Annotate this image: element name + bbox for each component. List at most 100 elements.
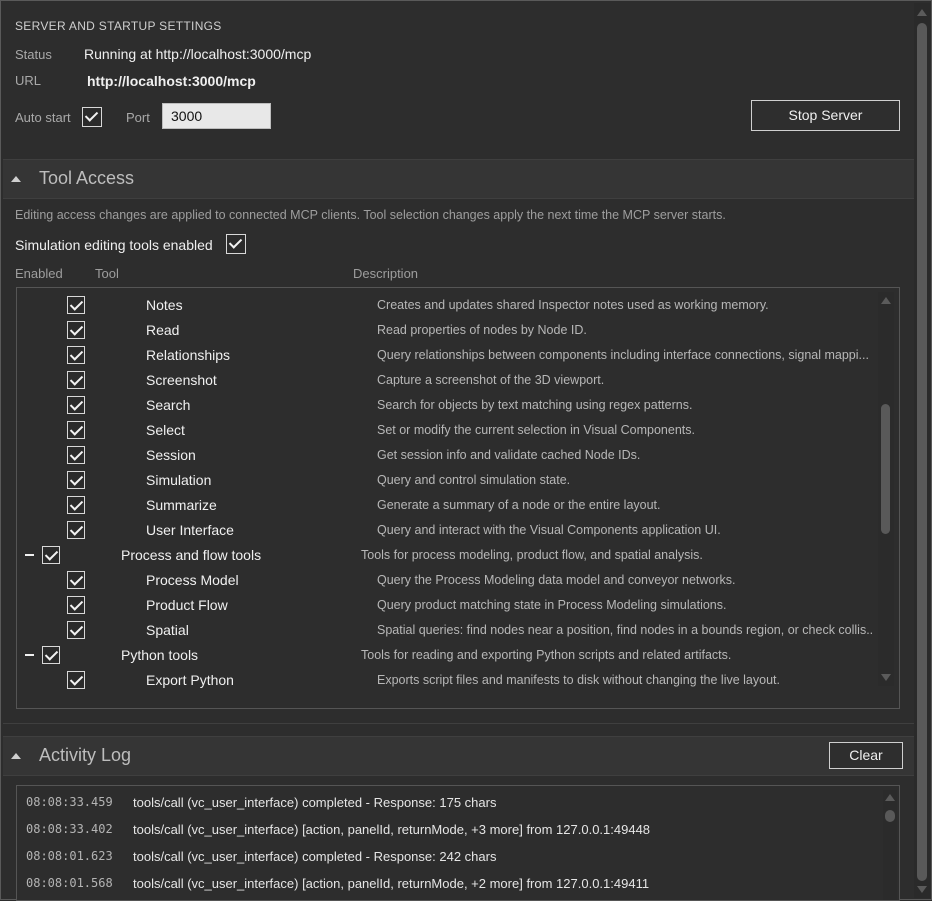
tool-access-info: Editing access changes are applied to co… (15, 208, 726, 222)
tool-row[interactable]: Export Python Exports script files and ma… (17, 668, 877, 693)
tool-name: Spatial (146, 622, 189, 638)
tool-enabled-checkbox[interactable] (67, 446, 85, 464)
window-scroll-thumb[interactable] (917, 23, 927, 881)
tool-enabled-checkbox[interactable] (67, 596, 85, 614)
simulation-editing-label: Simulation editing tools enabled (15, 237, 213, 253)
port-input[interactable] (162, 103, 271, 129)
tool-row[interactable]: Simulation Query and control simulation s… (17, 468, 877, 493)
mcp-server-panel: SERVER AND STARTUP SETTINGS Status Runni… (0, 0, 932, 901)
tool-enabled-checkbox[interactable] (67, 621, 85, 639)
tool-description: Tools for process modeling, product flow… (361, 548, 703, 562)
tool-description: Query the Process Modeling data model an… (377, 573, 736, 587)
tool-name: Select (146, 422, 185, 438)
tool-group-row[interactable]: Python tools Tools for reading and export… (17, 643, 877, 668)
clear-log-button[interactable]: Clear (829, 742, 903, 769)
tool-description: Query product matching state in Process … (377, 598, 727, 612)
tool-name: Notes (146, 297, 183, 313)
log-message: tools/call (vc_user_interface) completed… (133, 849, 497, 864)
log-timestamp: 08:08:01.568 (26, 876, 113, 890)
tool-description: Creates and updates shared Inspector not… (377, 298, 769, 312)
tool-name: Process and flow tools (121, 547, 262, 563)
tool-description: Generate a summary of a node or the enti… (377, 498, 661, 512)
tool-name: Relationships (146, 347, 231, 363)
tool-list[interactable]: Notes Creates and updates shared Inspecto… (16, 287, 900, 709)
tool-name: Read (146, 322, 180, 338)
tool-enabled-checkbox[interactable] (42, 546, 60, 564)
window-scroll-down-arrow-icon[interactable] (917, 886, 927, 893)
collapse-triangle-icon[interactable] (11, 176, 21, 182)
tool-access-header[interactable]: Tool Access (3, 159, 914, 199)
tool-row[interactable]: Process Model Query the Process Modeling … (17, 568, 877, 593)
stop-server-button[interactable]: Stop Server (751, 100, 900, 131)
tool-enabled-checkbox[interactable] (67, 346, 85, 364)
tool-enabled-checkbox[interactable] (67, 396, 85, 414)
tool-group-row[interactable]: Process and flow tools Tools for process … (17, 543, 877, 568)
collapse-triangle-icon[interactable] (11, 753, 21, 759)
log-message: tools/call (vc_user_interface) [action, … (133, 876, 650, 891)
activity-log-list[interactable]: 08:08:33.459 tools/call (vc_user_interfac… (16, 785, 900, 901)
tool-row[interactable]: Session Get session info and validate cac… (17, 443, 877, 468)
auto-start-checkbox[interactable] (82, 107, 102, 127)
column-header-enabled[interactable]: Enabled (15, 266, 63, 281)
column-header-tool[interactable]: Tool (95, 266, 119, 281)
tool-row[interactable]: Read Read properties of nodes by Node ID. (17, 318, 877, 343)
tool-list-scroll-thumb[interactable] (881, 404, 890, 534)
tool-row[interactable]: Notes Creates and updates shared Inspecto… (17, 293, 877, 318)
log-entry[interactable]: 08:08:33.402 tools/call (vc_user_interfac… (17, 817, 877, 843)
tool-name: Process Model (146, 572, 239, 588)
tool-row[interactable]: Select Set or modify the current selectio… (17, 418, 877, 443)
tool-description: Query and control simulation state. (377, 473, 571, 487)
tool-enabled-checkbox[interactable] (67, 571, 85, 589)
simulation-editing-checkbox[interactable] (226, 234, 246, 254)
tool-row[interactable]: Search Search for objects by text matchin… (17, 393, 877, 418)
log-scroll-thumb[interactable] (885, 810, 895, 822)
tool-enabled-checkbox[interactable] (67, 371, 85, 389)
tool-name: Search (146, 397, 191, 413)
tool-name: Python tools (121, 647, 199, 663)
tool-description: Spatial queries: find nodes near a posit… (377, 623, 872, 637)
tool-name: Simulation (146, 472, 212, 488)
tool-name: Product Flow (146, 597, 228, 613)
tool-description: Query and interact with the Visual Compo… (377, 523, 721, 537)
column-header-description[interactable]: Description (353, 266, 418, 281)
tool-enabled-checkbox[interactable] (67, 421, 85, 439)
url-value: http://localhost:3000/mcp (87, 73, 256, 89)
log-entry[interactable]: 08:08:01.623 tools/call (vc_user_interfac… (17, 844, 877, 870)
tool-enabled-checkbox[interactable] (67, 671, 85, 689)
tool-description: Get session info and validate cached Nod… (377, 448, 641, 462)
group-collapse-icon[interactable] (25, 554, 34, 556)
log-entry[interactable]: 08:08:33.459 tools/call (vc_user_interfac… (17, 790, 877, 816)
tool-description: Query relationships between components i… (377, 348, 869, 362)
tool-row[interactable]: Product Flow Query product matching state… (17, 593, 877, 618)
window-scrollbar[interactable] (914, 3, 930, 898)
tool-enabled-checkbox[interactable] (67, 496, 85, 514)
group-collapse-icon[interactable] (25, 654, 34, 656)
tool-row[interactable]: Screenshot Capture a screenshot of the 3D… (17, 368, 877, 393)
tool-row[interactable]: Relationships Query relationships between… (17, 343, 877, 368)
tool-enabled-checkbox[interactable] (67, 471, 85, 489)
section-divider (3, 723, 914, 724)
tool-name: Screenshot (146, 372, 217, 388)
tool-row[interactable]: Spatial Spatial queries: find nodes near … (17, 618, 877, 643)
window-scroll-up-arrow-icon[interactable] (917, 9, 927, 16)
tool-enabled-checkbox[interactable] (42, 646, 60, 664)
log-entry[interactable]: 08:08:01.568 tools/call (vc_user_interfac… (17, 871, 877, 897)
log-timestamp: 08:08:01.623 (26, 849, 113, 863)
scroll-up-arrow-icon[interactable] (881, 297, 891, 304)
activity-log-header[interactable]: Activity Log (3, 736, 914, 776)
tool-list-scrollbar[interactable] (878, 292, 894, 686)
tool-access-title: Tool Access (39, 168, 135, 188)
log-scrollbar[interactable] (883, 790, 897, 900)
log-message: tools/call (vc_user_interface) completed… (133, 795, 497, 810)
scroll-down-arrow-icon[interactable] (881, 674, 891, 681)
tool-enabled-checkbox[interactable] (67, 321, 85, 339)
tool-enabled-checkbox[interactable] (67, 296, 85, 314)
status-label: Status (15, 47, 52, 62)
tool-enabled-checkbox[interactable] (67, 521, 85, 539)
log-scroll-up-arrow-icon[interactable] (885, 794, 895, 801)
tool-row[interactable]: Summarize Generate a summary of a node or… (17, 493, 877, 518)
tool-name: Session (146, 447, 196, 463)
tool-row[interactable]: User Interface Query and interact with th… (17, 518, 877, 543)
tool-description: Search for objects by text matching usin… (377, 398, 693, 412)
tool-description: Capture a screenshot of the 3D viewport. (377, 373, 605, 387)
